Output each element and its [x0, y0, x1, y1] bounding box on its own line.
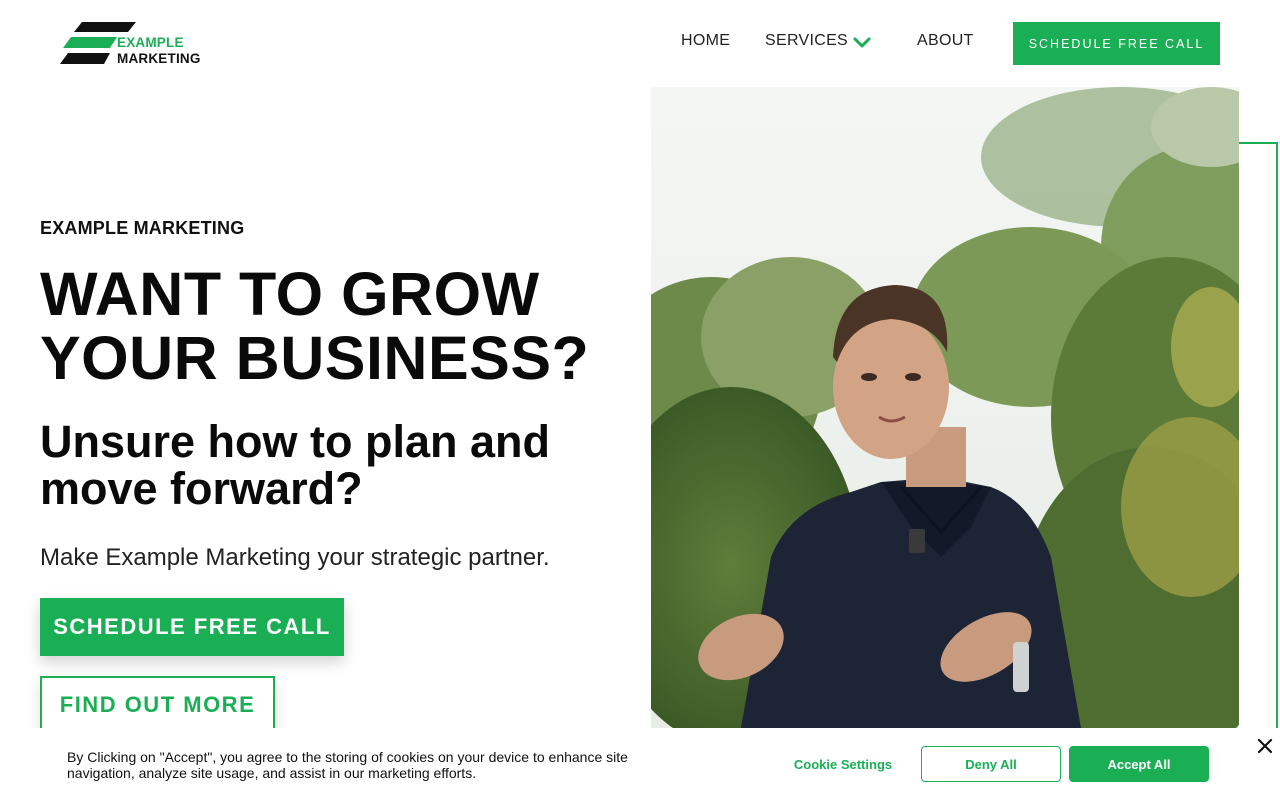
header-schedule-call-button[interactable]: SCHEDULE FREE CALL [1013, 22, 1220, 65]
cookie-banner-text: By Clicking on "Accept", you agree to th… [67, 749, 628, 781]
cookie-banner: By Clicking on "Accept", you agree to th… [0, 728, 1280, 800]
hero-headline-line-1: WANT TO GROW [40, 260, 540, 328]
hero-subhead-line-2: move forward? [40, 463, 363, 514]
hero-headline: WANT TO GROW YOUR BUSINESS? [40, 262, 640, 390]
accept-all-button[interactable]: Accept All [1069, 746, 1209, 782]
cookie-settings-button[interactable]: Cookie Settings [790, 746, 896, 782]
hero-subhead: Unsure how to plan and move forward? [40, 418, 640, 512]
presenter-image [651, 87, 1239, 728]
chevron-down-icon[interactable] [852, 34, 872, 52]
deny-all-button[interactable]: Deny All [921, 746, 1061, 782]
decorative-accent-line [1239, 142, 1278, 742]
close-icon[interactable] [1256, 737, 1274, 755]
hero-eyebrow: EXAMPLE MARKETING [40, 218, 245, 238]
hero-subhead-line-1: Unsure how to plan and [40, 416, 551, 467]
nav-about[interactable]: ABOUT [917, 32, 974, 50]
nav-home[interactable]: HOME [681, 32, 730, 50]
schedule-free-call-button[interactable]: SCHEDULE FREE CALL [40, 598, 344, 656]
hero-video[interactable] [651, 87, 1239, 728]
find-out-more-button[interactable]: FIND OUT MORE [40, 676, 275, 734]
hero-tagline: Make Example Marketing your strategic pa… [40, 544, 550, 571]
nav-services[interactable]: SERVICES [765, 32, 848, 50]
hero-headline-line-2: YOUR BUSINESS? [40, 324, 590, 392]
